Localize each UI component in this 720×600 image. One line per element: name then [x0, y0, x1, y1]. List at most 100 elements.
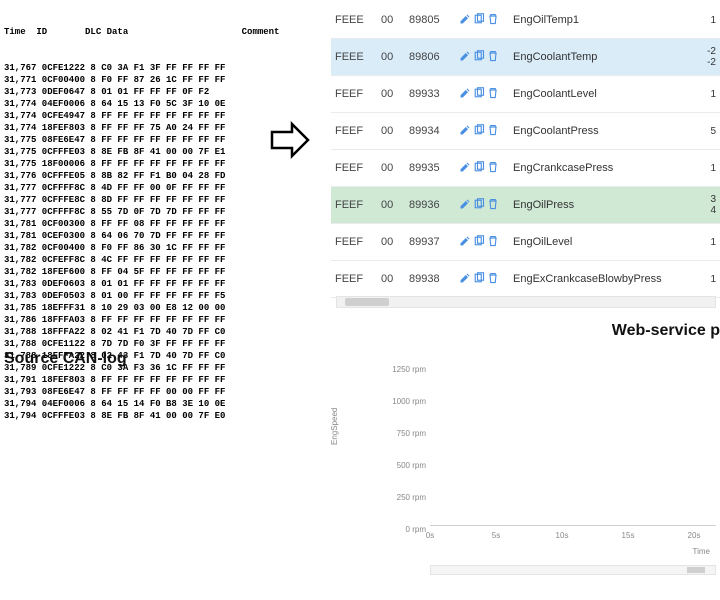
copy-icon[interactable] — [473, 13, 485, 28]
delete-icon[interactable] — [487, 124, 499, 139]
edit-icon[interactable] — [459, 124, 471, 139]
cell-signal-name: EngCrankcasePress — [513, 162, 698, 174]
chart-x-tick: 15s — [616, 531, 640, 540]
copy-icon[interactable] — [473, 124, 485, 139]
chart-y-tick: 750 rpm — [378, 429, 426, 438]
cell-signal-name: EngOilLevel — [513, 236, 698, 248]
edit-icon[interactable] — [459, 235, 471, 250]
table-row[interactable]: FEEF 00 89935 EngCrankcasePress 1 — [331, 150, 720, 187]
chart-y-tick: 1000 rpm — [378, 397, 426, 406]
cell-number: 89933 — [409, 88, 453, 100]
copy-icon[interactable] — [473, 198, 485, 213]
copy-icon[interactable] — [473, 161, 485, 176]
source-can-log-label: Source CAN-log — [4, 350, 127, 368]
cell-value: 3 4 — [704, 194, 716, 216]
cell-sub: 00 — [381, 14, 403, 26]
cell-pgn: FEEF — [335, 162, 375, 174]
table-horizontal-scrollbar[interactable] — [336, 296, 716, 308]
cell-value: 5 — [704, 126, 716, 137]
can-log-row: 31,777 0CFFFF8C 8 4D FF FF 00 0F FF FF F… — [4, 182, 266, 194]
cell-signal-name: EngExCrankcaseBlowbyPress — [513, 273, 698, 285]
edit-icon[interactable] — [459, 50, 471, 65]
delete-icon[interactable] — [487, 235, 499, 250]
can-log-row: 31,771 0CF00400 8 F0 FF 87 26 1C FF FF F… — [4, 74, 266, 86]
can-log-row: 31,777 0CFFFE8C 8 8D FF FF FF FF FF FF F… — [4, 194, 266, 206]
cell-number: 89805 — [409, 14, 453, 26]
can-log-row: 31,782 0CF00400 8 F0 FF 86 30 1C FF FF F… — [4, 242, 266, 254]
copy-icon[interactable] — [473, 235, 485, 250]
copy-icon[interactable] — [473, 87, 485, 102]
cell-value: 1 — [704, 274, 716, 285]
delete-icon[interactable] — [487, 161, 499, 176]
delete-icon[interactable] — [487, 50, 499, 65]
cell-number: 89937 — [409, 236, 453, 248]
table-row[interactable]: FEEE0089805EngOilTemp11 — [331, 2, 720, 39]
table-row[interactable]: FEEF0089937EngOilLevel1 — [331, 224, 720, 261]
cell-value: 1 — [704, 89, 716, 100]
cell-number: 89938 — [409, 273, 453, 285]
cell-sub: 00 — [381, 162, 403, 174]
cell-number: 89936 — [409, 199, 453, 211]
chart-y-tick: 1250 rpm — [378, 365, 426, 374]
edit-icon[interactable] — [459, 13, 471, 28]
cell-pgn: FEEF — [335, 88, 375, 100]
can-log-row: 31,775 08FE6E47 8 FF FF FF FF FF FF FF F… — [4, 134, 266, 146]
delete-icon[interactable] — [487, 272, 499, 287]
table-row[interactable]: FEEF0089933EngCoolantLevel1 — [331, 76, 720, 113]
delete-icon[interactable] — [487, 198, 499, 213]
table-row[interactable]: FEEF0089934EngCoolantPress5 — [331, 113, 720, 150]
cell-pgn: FEEF — [335, 125, 375, 137]
can-log-row: 31,774 18FEF803 8 FF FF FF 75 A0 24 FF F… — [4, 122, 266, 134]
cell-value: 1 — [704, 163, 716, 174]
cell-pgn: FEEF — [335, 236, 375, 248]
cell-sub: 00 — [381, 88, 403, 100]
can-log-header: Time ID DLC Data Comment — [4, 26, 266, 38]
edit-icon[interactable] — [459, 87, 471, 102]
copy-icon[interactable] — [473, 50, 485, 65]
can-log-row: 31,781 0CEF0300 8 64 06 70 7D FF FF FF F… — [4, 230, 266, 242]
delete-icon[interactable] — [487, 13, 499, 28]
can-log-row: 31,783 0DEF0603 8 01 01 FF FF FF FF FF F… — [4, 278, 266, 290]
can-log-row: 31,777 0CFFFF8C 8 55 7D 0F 7D 7D FF FF F… — [4, 206, 266, 218]
can-log-row: 31,793 08FE6E47 8 FF FF FF FF 00 00 FF F… — [4, 386, 266, 398]
can-log-row: 31,782 18FEF600 8 FF 04 5F FF FF FF FF F… — [4, 266, 266, 278]
table-row[interactable]: FEEF0089938EngExCrankcaseBlowbyPress1 — [331, 261, 720, 298]
chart-y-label: EngSpeed — [330, 408, 339, 445]
cell-pgn: FEEF — [335, 199, 375, 211]
edit-icon[interactable] — [459, 161, 471, 176]
cell-sub: 00 — [381, 125, 403, 137]
can-log-row: 31,788 0CFE1122 8 7D 7D F0 3F FF FF FF F… — [4, 338, 266, 350]
chart-x-label: Time — [693, 547, 710, 556]
edit-icon[interactable] — [459, 198, 471, 213]
cell-sub: 00 — [381, 199, 403, 211]
arrow-icon — [270, 120, 310, 160]
chart-y-tick: 500 rpm — [378, 461, 426, 470]
chart-x-tick: 0s — [418, 531, 442, 540]
can-log-row: 31,781 0CF00300 8 FF FF 08 FF FF FF FF F… — [4, 218, 266, 230]
table-row[interactable]: FEEE0089806EngCoolantTemp-2 -2 — [331, 39, 720, 76]
cell-signal-name: EngCoolantTemp — [513, 51, 698, 63]
can-log-row: 31,775 0CFFFE03 8 8E FB 8F 41 00 00 7F E… — [4, 146, 266, 158]
can-log-row: 31,775 18F00006 8 FF FF FF FF FF FF FF F… — [4, 158, 266, 170]
cell-signal-name: EngCoolantPress — [513, 125, 698, 137]
can-log-row: 31,774 0CFE4947 8 FF FF FF FF FF FF FF F… — [4, 110, 266, 122]
cell-pgn: FEEF — [335, 273, 375, 285]
table-row[interactable]: FEEF 00 89936 EngOilPress 3 4 — [331, 187, 720, 224]
chart-range-scrollbar[interactable] — [430, 565, 716, 575]
copy-icon[interactable] — [473, 272, 485, 287]
edit-icon[interactable] — [459, 272, 471, 287]
can-log-row: 31,783 0DEF0503 8 01 00 FF FF FF FF FF F… — [4, 290, 266, 302]
cell-number: 89935 — [409, 162, 453, 174]
can-log-row: 31,794 04EF0006 8 64 15 14 F0 B8 3E 10 0… — [4, 398, 266, 410]
cell-signal-name: EngOilPress — [513, 199, 698, 211]
cell-pgn: FEEE — [335, 51, 375, 63]
chart-x-tick: 10s — [550, 531, 574, 540]
cell-number: 89806 — [409, 51, 453, 63]
can-log-row: 31,782 0CFEFF8C 8 4C FF FF FF FF FF FF F… — [4, 254, 266, 266]
delete-icon[interactable] — [487, 87, 499, 102]
can-log-row: 31,791 18FEF803 8 FF FF FF FF FF FF FF F… — [4, 374, 266, 386]
signal-table: FEEE0089805EngOilTemp11FEEE0089806EngCoo… — [331, 2, 720, 298]
chart-x-tick: 5s — [484, 531, 508, 540]
web-service-label: Web-service p — [612, 322, 720, 340]
can-log-row: 31,794 0CFFFE03 8 8E FB 8F 41 00 00 7F E… — [4, 410, 266, 422]
